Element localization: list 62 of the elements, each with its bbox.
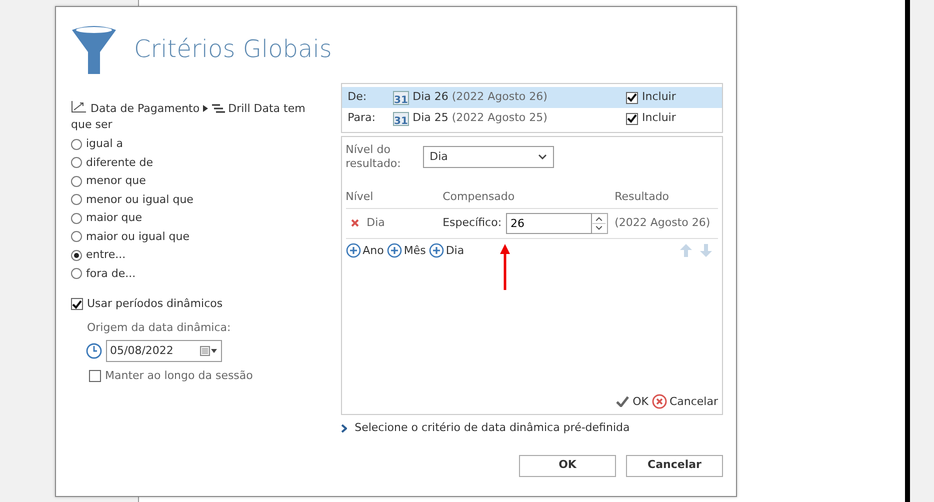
checkbox[interactable] (626, 92, 638, 104)
checkbox[interactable] (71, 298, 83, 310)
date-value: Dia 26 (2022 Agosto 26) (412, 89, 548, 106)
checkbox[interactable] (89, 370, 101, 382)
hierarchy-icon (212, 104, 225, 114)
radio-option[interactable]: igual a (71, 136, 327, 152)
ok-button[interactable]: OK (519, 454, 616, 476)
add-level-button[interactable]: Mês (386, 242, 426, 259)
calendar-icon: 31 (392, 90, 409, 105)
date-value: Dia 25 (2022 Agosto 25) (412, 110, 548, 126)
checkbox-label: Manter ao longo da sessão (105, 368, 253, 384)
add-level-button[interactable]: Ano (346, 242, 384, 259)
plus-icon (386, 243, 402, 258)
checkbox-label: Incluir (642, 110, 676, 126)
triangle-icon (203, 105, 208, 112)
move-up-icon (680, 244, 692, 258)
radio-option[interactable]: menor ou igual que (71, 192, 327, 208)
column-header: Compensado (442, 189, 516, 205)
chart-axis-icon (71, 101, 87, 113)
check-icon (616, 396, 629, 408)
radio-option[interactable]: maior que (71, 210, 327, 226)
radio-option[interactable]: menor que (71, 173, 327, 190)
ok-link[interactable]: OK (616, 394, 648, 410)
number-input[interactable]: 26 (506, 212, 592, 234)
calendar-icon: 31 (392, 111, 409, 126)
row-label: De: (348, 89, 368, 106)
plus-icon (346, 243, 361, 258)
row-label: Para: (348, 110, 376, 126)
level-dropdown[interactable]: Dia (422, 146, 554, 168)
chevron-right-icon (340, 424, 347, 433)
column-header: Nível (346, 189, 374, 205)
calendar-dropdown-icon (200, 346, 218, 356)
checkbox[interactable] (626, 112, 638, 124)
date-field[interactable]: 05/08/2022 (106, 340, 222, 362)
range-row[interactable]: De: 31 Dia 26 (2022 Agosto 26) Incluir (342, 87, 722, 108)
cancel-link[interactable]: Cancelar (652, 394, 718, 410)
checkbox-label: Usar períodos dinâmicos (87, 296, 223, 312)
chevron-down-icon (538, 154, 547, 160)
delete-icon (350, 219, 359, 227)
move-down-icon (700, 244, 712, 258)
column-header: Resultado (614, 189, 670, 205)
plus-icon (428, 243, 444, 258)
close-icon (652, 394, 668, 410)
cancel-button[interactable]: Cancelar (626, 454, 723, 476)
annotation-arrow (498, 244, 512, 290)
add-level-button[interactable]: Dia (428, 242, 464, 259)
radio-option[interactable]: entre... (71, 247, 327, 264)
funnel-icon (70, 24, 118, 74)
dialog-title: Critérios Globais (134, 34, 332, 65)
radio-option[interactable]: diferente de (71, 154, 327, 171)
result-text: (2022 Agosto 26) (614, 214, 710, 231)
field-label: Origem da data dinâmica: (87, 320, 232, 336)
field-label: Específico: (442, 214, 502, 231)
checkbox-label: Incluir (642, 89, 676, 106)
predefined-criteria-link[interactable]: Selecione o critério de data dinâmica pré-definida (354, 420, 630, 436)
range-row[interactable]: Para: 31 Dia 25 (2022 Agosto 25) Incluir (342, 108, 722, 129)
radio-option[interactable]: maior ou igual que (71, 228, 327, 245)
spinner-button[interactable] (592, 212, 608, 234)
level-text: Dia (366, 214, 385, 231)
field-label: Nível do resultado: (346, 143, 402, 171)
radio-option[interactable]: fora de... (71, 266, 327, 282)
clock-icon (86, 343, 102, 359)
